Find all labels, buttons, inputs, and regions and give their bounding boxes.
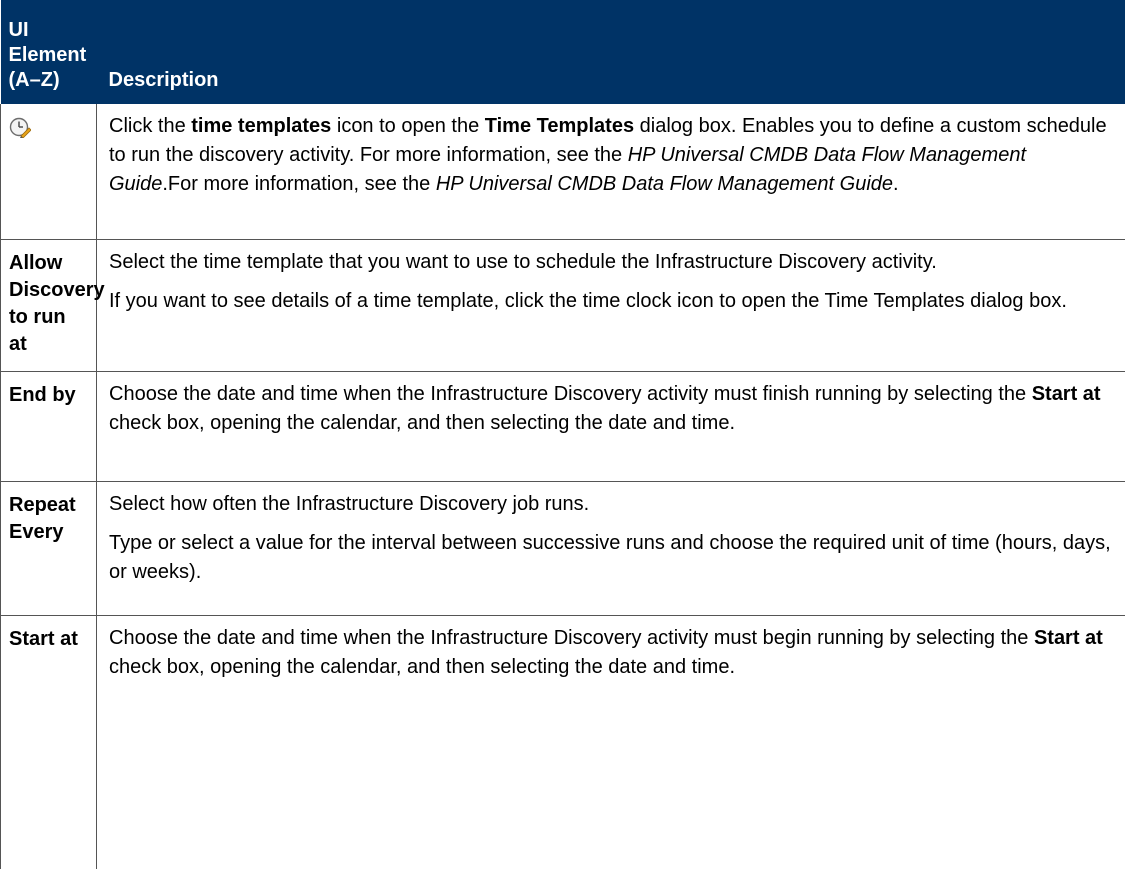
desc-text-segment: . xyxy=(893,173,899,195)
header-col1-line1: UI xyxy=(8,19,29,41)
ui-element-cell xyxy=(0,104,97,240)
ui-elements-table: UI Element (A–Z) Description Click the ti xyxy=(0,0,1125,869)
desc-text-segment: Choose the date and time when the Infras… xyxy=(109,382,1032,405)
table-row: Click the time templates icon to open th… xyxy=(0,104,1125,240)
table-row: End by Choose the date and time when the… xyxy=(0,371,1125,482)
ui-element-cell: Repeat Every xyxy=(0,481,97,616)
time-templates-icon xyxy=(9,116,32,139)
desc-bold-segment: Time Templates xyxy=(484,115,635,137)
desc-bold-segment: Start at xyxy=(1031,382,1101,405)
description-cell: Select how often the Infrastructure Disc… xyxy=(96,481,1125,616)
desc-text-segment: Click the xyxy=(109,115,192,137)
desc-text-segment: check box, opening the calendar, and the… xyxy=(109,655,735,678)
description-text: Select how often the Infrastructure Disc… xyxy=(109,492,590,515)
header-description: Description xyxy=(96,0,1125,104)
ui-element-cell: Allow Discovery to run at xyxy=(0,239,105,372)
desc-bold-segment: Start at xyxy=(1033,626,1103,649)
description-text: Choose the date and time when the Infras… xyxy=(109,624,1113,682)
description-text: Choose the date and time when the Infras… xyxy=(109,380,1113,438)
ui-element-cell: End by xyxy=(0,371,97,482)
description-text: Select the time template that you want t… xyxy=(109,250,937,273)
ui-element-cell: Start at xyxy=(0,615,97,869)
desc-text-segment: .For more information, see the xyxy=(162,173,436,195)
description-cell: Select the time template that you want t… xyxy=(96,239,1125,372)
desc-bold-segment: time templates xyxy=(191,115,332,137)
description-text: Click the time templates icon to open th… xyxy=(109,112,1113,199)
table-row: Start at Choose the date and time when t… xyxy=(0,615,1125,869)
desc-text-segment: check box, opening the calendar, and the… xyxy=(109,411,735,434)
table-row: Allow Discovery to run at Select the tim… xyxy=(0,239,1125,372)
table-row: Repeat Every Select how often the Infras… xyxy=(0,481,1125,616)
table-header-row: UI Element (A–Z) Description xyxy=(0,0,1125,104)
desc-guide-reference: HP Universal CMDB Data Flow Management G… xyxy=(435,173,894,195)
description-cell: Click the time templates icon to open th… xyxy=(96,104,1125,240)
header-ui-element: UI Element (A–Z) xyxy=(0,0,97,104)
description-text: Type or select a value for the interval … xyxy=(109,531,1111,583)
desc-text-segment: icon to open the xyxy=(331,115,485,137)
header-col1-line3: (A–Z) xyxy=(8,69,60,91)
description-text: If you want to see details of a time tem… xyxy=(109,289,1067,312)
description-cell: Choose the date and time when the Infras… xyxy=(96,615,1125,869)
description-cell: Choose the date and time when the Infras… xyxy=(96,371,1125,482)
desc-text-segment: Choose the date and time when the Infras… xyxy=(109,626,1034,649)
header-col1-line2: Element xyxy=(8,44,87,66)
